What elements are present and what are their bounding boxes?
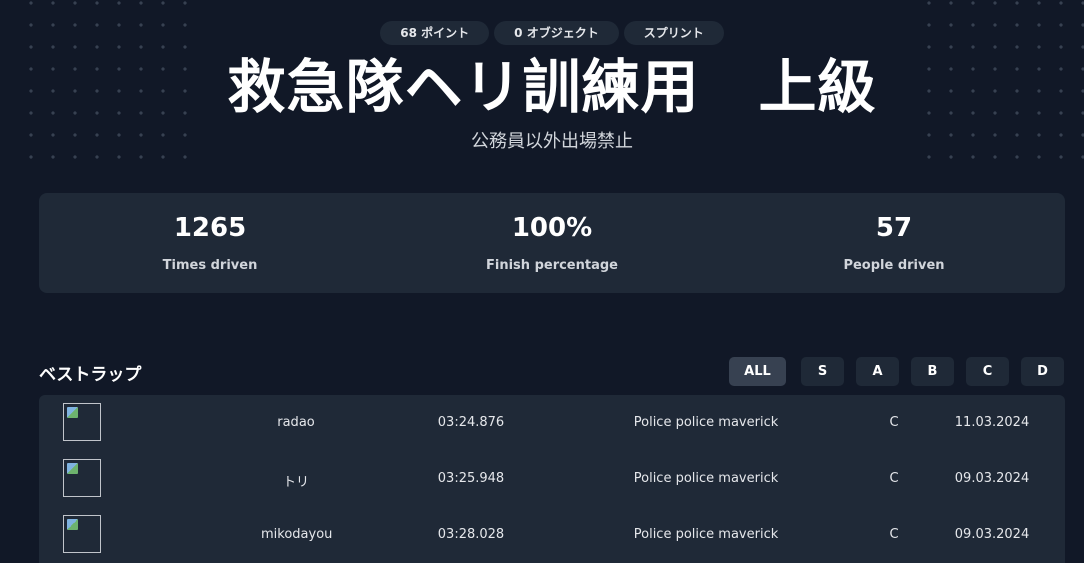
stats-card: 1265 Times driven 100% Finish percentage… xyxy=(39,193,1065,293)
vehicle-class: C xyxy=(889,415,899,430)
driver-name[interactable]: radao xyxy=(261,415,331,430)
vehicle-class: C xyxy=(889,471,899,486)
driver-name[interactable]: mikodayou xyxy=(261,527,332,542)
stat-value: 57 xyxy=(875,213,913,243)
filter-s-button[interactable]: S xyxy=(801,357,844,386)
broken-image-icon xyxy=(63,459,101,497)
broken-image-icon xyxy=(63,515,101,553)
lap-time: 03:28.028 xyxy=(437,527,505,542)
table-row[interactable]: トリ 03:25.948 Police police maverick C 09… xyxy=(39,451,1065,507)
lap-date: 11.03.2024 xyxy=(954,415,1030,430)
stat-label: Finish percentage xyxy=(486,258,618,273)
driver-name[interactable]: トリ xyxy=(261,471,331,490)
lap-date: 09.03.2024 xyxy=(954,527,1030,542)
filter-b-button[interactable]: B xyxy=(911,357,954,386)
vehicle-name: Police police maverick xyxy=(633,415,779,430)
best-laps-title: ベストラップ xyxy=(39,365,142,385)
filter-all-button[interactable]: ALL xyxy=(729,357,786,386)
lap-time: 03:24.876 xyxy=(437,415,505,430)
track-title: 救急隊ヘリ訓練用 上級 xyxy=(227,53,877,121)
broken-image-icon xyxy=(63,403,101,441)
filter-c-button[interactable]: C xyxy=(966,357,1009,386)
table-row[interactable]: radao 03:24.876 Police police maverick C… xyxy=(39,395,1065,451)
lap-time: 03:25.948 xyxy=(437,471,505,486)
lap-date: 09.03.2024 xyxy=(954,471,1030,486)
page: 68 ポイント 0 オブジェクト スプリント 救急隊ヘリ訓練用 上級 公務員以外… xyxy=(0,0,1084,563)
table-row[interactable]: mikodayou 03:28.028 Police police maveri… xyxy=(39,507,1065,563)
best-laps-table: radao 03:24.876 Police police maverick C… xyxy=(39,395,1065,563)
vehicle-class: C xyxy=(889,527,899,542)
vehicle-name: Police police maverick xyxy=(633,527,779,542)
stat-label: Times driven xyxy=(162,258,258,273)
track-subtitle: 公務員以外出場禁止 xyxy=(471,131,633,152)
filter-d-button[interactable]: D xyxy=(1021,357,1064,386)
stat-value: 1265 xyxy=(173,213,247,243)
vehicle-name: Police police maverick xyxy=(633,471,779,486)
filter-a-button[interactable]: A xyxy=(856,357,899,386)
stat-label: People driven xyxy=(843,258,945,273)
stat-value: 100% xyxy=(511,213,593,243)
